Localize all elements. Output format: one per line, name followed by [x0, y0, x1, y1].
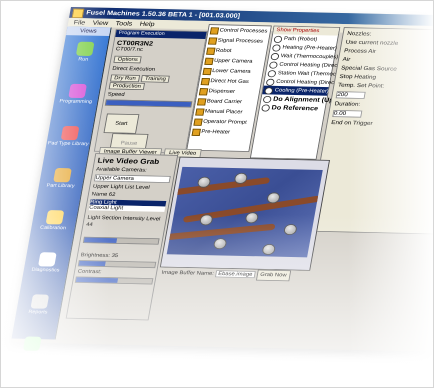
process-air-label: Process Air [343, 48, 377, 55]
intensity-value[interactable]: 44 [86, 222, 163, 229]
property-item[interactable]: Do Reference [259, 103, 325, 113]
contrast-label: Contrast: [77, 268, 102, 275]
duration-input[interactable]: 0.00 [332, 109, 363, 118]
speed-slider-fill [105, 100, 192, 107]
pad-library-icon [60, 125, 80, 141]
end-on-trigger-checkbox[interactable]: End on Trigger [331, 120, 433, 128]
sidebar-item-programming[interactable]: Programming [51, 83, 101, 120]
light-section-label: Light Section Intensity Level [86, 214, 161, 222]
direct-execution[interactable]: Direct Execution [112, 66, 198, 73]
pcb-pad [212, 238, 228, 250]
sidebar-item-label: Pad Type Library [47, 141, 89, 147]
available-cameras-label: Available Cameras: [95, 166, 148, 174]
menu-view[interactable]: View [92, 19, 109, 26]
pcb-pad [283, 223, 298, 236]
speed-label: Speed [107, 91, 126, 98]
light-list-label: Upper Light List [92, 183, 135, 191]
menu-file[interactable]: File [73, 19, 86, 26]
sidebar-item-label: Diagnostics [31, 267, 60, 273]
diagnostics-icon [38, 252, 57, 267]
app-window: Fusel Machines 1.50.36 BETA 1 - [001.03.… [10, 7, 433, 357]
configuration-icon [22, 336, 42, 351]
brightness-slider-fill [78, 260, 107, 267]
pcb-trace [169, 177, 270, 196]
light-item[interactable]: Coaxial Light [88, 204, 166, 212]
reports-icon [30, 294, 50, 309]
image-buffer-name-input[interactable]: Ebase.image [214, 270, 256, 279]
camera-select[interactable]: Upper Camera [93, 174, 171, 184]
sidebar-item-part-library[interactable]: Part Library [36, 167, 86, 205]
special-gas-radio[interactable]: Special Gas Source [341, 65, 433, 73]
run-icon [75, 41, 95, 57]
light-level-value: 62 [108, 191, 116, 198]
menu-tools[interactable]: Tools [115, 20, 133, 27]
live-video-title: Live Video Grab [97, 156, 160, 166]
tool-item[interactable]: Pre-Heater [190, 126, 253, 138]
speed-slider[interactable] [104, 99, 193, 108]
stop-heating-checkbox[interactable]: Stop Heating [339, 74, 433, 82]
temp-set-point-label: Temp. Set Point: [337, 82, 385, 90]
programming-icon [68, 83, 87, 99]
screenshot-frame: Fusel Machines 1.50.36 BETA 1 - [001.03.… [0, 0, 434, 388]
grab-now-button[interactable]: Grab Now [255, 269, 292, 282]
nozzles-label: Nozzles: [346, 31, 372, 38]
sidebar-item-label: Calibration [39, 225, 67, 231]
image-buffer-name-label: Image Buffer Name: [161, 269, 215, 277]
duration-label: Duration: [334, 101, 361, 108]
use-current-nozzle-checkbox[interactable]: Use current nozzle [345, 40, 433, 48]
sidebar-item-label: Configuration [13, 351, 47, 358]
intensity-slider[interactable] [82, 236, 160, 245]
pcb-pad [261, 243, 277, 256]
window-title: Fusel Machines 1.50.36 BETA 1 - [001.03.… [85, 8, 241, 20]
contrast-slider-fill [75, 277, 119, 283]
air-radio[interactable]: Air [342, 57, 433, 65]
sidebar-item-reports[interactable]: Reports [13, 294, 63, 331]
tab-dry-run[interactable]: Dry Run [110, 74, 140, 83]
sidebar-item-calibration[interactable]: Calibration [28, 210, 78, 247]
brightness-slider[interactable] [77, 260, 157, 269]
intensity-slider-fill [83, 237, 118, 243]
sidebar-header: Views [65, 26, 111, 37]
name-header: Name [91, 191, 108, 198]
app-icon [71, 8, 85, 19]
brightness-value[interactable]: 35 [111, 253, 118, 259]
program-sub: CT00/7.nc [115, 46, 144, 53]
menu-help[interactable]: Help [139, 20, 155, 27]
calibration-icon [45, 210, 65, 225]
sidebar-item-label: Run [77, 57, 89, 63]
options-button[interactable]: Options [113, 55, 143, 64]
sidebar-item-label: Part Library [46, 183, 75, 189]
run-panel-title: Program Execution [115, 29, 207, 39]
temp-set-point-input[interactable]: 200 [335, 91, 366, 99]
image-buffer-bar: Image Buffer Name: Ebase.image Grab Now [158, 267, 311, 282]
sidebar-item-configuration[interactable]: Configuration [5, 336, 55, 373]
tab-training[interactable]: Training [140, 75, 171, 83]
contrast-slider[interactable] [74, 276, 154, 285]
sidebar-item-diagnostics[interactable]: Diagnostics [21, 252, 71, 289]
brightness-label: Brightness: [80, 252, 111, 259]
sidebar-item-run[interactable]: Run [58, 41, 108, 78]
sidebar-item-label: Programming [59, 99, 93, 105]
camera-view [159, 156, 330, 271]
part-library-icon [53, 167, 72, 183]
sidebar-item-label: Reports [27, 309, 48, 316]
sidebar-item-pad-library[interactable]: Pad Type Library [43, 125, 93, 163]
level-header: Level [135, 184, 151, 191]
start-button[interactable]: Start [103, 113, 140, 134]
tab-production[interactable]: Production [108, 82, 146, 91]
pcb-image [166, 166, 323, 258]
pcb-pad [199, 214, 214, 226]
pcb-pad [244, 212, 260, 224]
